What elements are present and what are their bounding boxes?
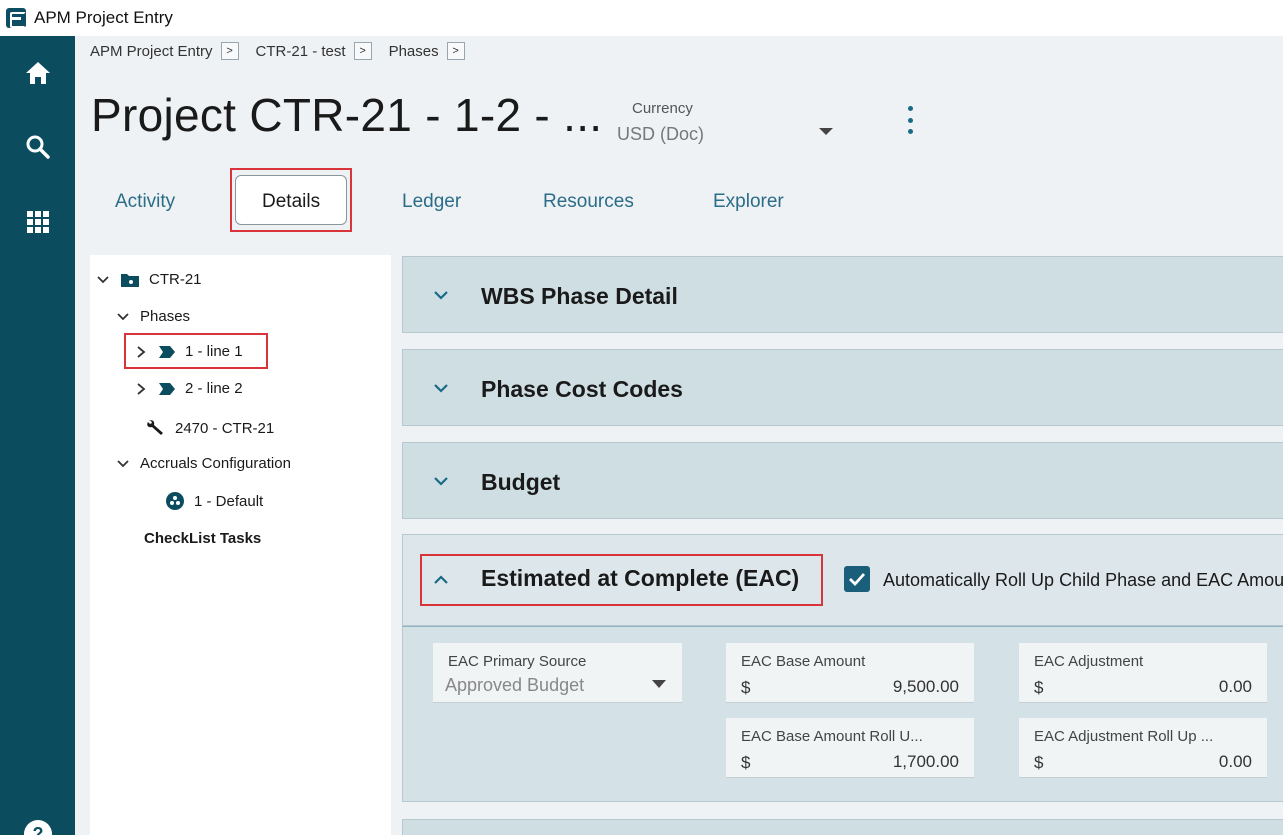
tree-item-accrual-default[interactable]: 1 - Default [165, 491, 263, 511]
tree-label-accruals: Accruals Configuration [140, 455, 291, 472]
app-logo-icon [6, 8, 26, 28]
tab-ledger[interactable]: Ledger [402, 172, 461, 232]
tree-label-phase-1: 1 - line 1 [185, 343, 243, 360]
tab-resources[interactable]: Resources [543, 172, 634, 232]
title-bar: APM Project Entry [0, 0, 1283, 36]
main-area: APM Project Entry > CTR-21 - test > Phas… [75, 36, 1283, 835]
chevron-down-icon[interactable] [432, 286, 450, 304]
tree-label-phase-2: 2 - line 2 [185, 380, 243, 397]
eac-primary-source-select[interactable]: EAC Primary Source Approved Budget [433, 643, 682, 703]
eac-base-amount-currency: $ [741, 678, 751, 697]
tree-label-phases: Phases [140, 308, 191, 325]
home-button[interactable] [0, 45, 75, 101]
eac-base-rollup-value: 1,700.00 [892, 752, 959, 771]
chevron-right-icon[interactable] [134, 382, 148, 396]
detail-sections: WBS Phase Detail Phase Cost Codes Budget… [402, 256, 1283, 835]
rollup-checkbox[interactable] [844, 566, 870, 592]
tree-label-root: CTR-21 [149, 271, 202, 288]
eac-adjustment-rollup-label: EAC Adjustment Roll Up ... [1034, 728, 1214, 745]
nav-rail: ? [0, 36, 75, 835]
eac-adjustment-rollup-field[interactable]: EAC Adjustment Roll Up ... $ 0.00 [1019, 718, 1267, 778]
section-title-eac: Estimated at Complete (EAC) [481, 565, 800, 591]
section-eac-header[interactable]: Estimated at Complete (EAC) Automaticall… [402, 534, 1283, 626]
more-options-icon[interactable] [904, 106, 916, 134]
breadcrumb-arrow-icon[interactable]: > [220, 42, 239, 60]
eac-primary-source-value: Approved Budget [445, 675, 585, 695]
search-button[interactable] [0, 119, 75, 175]
search-icon [26, 135, 50, 159]
tree-item-checklist[interactable]: CheckList Tasks [144, 530, 261, 547]
eac-adjustment-value: 0.00 [1218, 677, 1252, 696]
breadcrumb-item-phases[interactable]: Phases [389, 43, 439, 60]
section-eac-body: EAC Primary Source Approved Budget EAC B… [402, 626, 1283, 802]
eac-primary-source-label: EAC Primary Source [448, 653, 587, 670]
chevron-down-icon [652, 680, 666, 688]
tree-label-checklist: CheckList Tasks [144, 530, 262, 547]
tree-item-phases[interactable]: Phases [116, 308, 190, 325]
phase-tag-icon [159, 382, 175, 395]
breadcrumb-item-project[interactable]: CTR-21 - test [256, 43, 346, 60]
chevron-down-icon [819, 128, 833, 135]
eac-adjustment-label: EAC Adjustment [1034, 653, 1144, 670]
home-icon [25, 62, 50, 84]
eac-adjustment-currency: $ [1034, 678, 1044, 697]
tree-label-accrual-default: 1 - Default [194, 492, 264, 510]
section-phase-cost-codes[interactable]: Phase Cost Codes [402, 349, 1283, 426]
help-button[interactable]: ? [0, 799, 75, 835]
section-title-budget: Budget [481, 469, 561, 495]
chevron-right-icon[interactable] [134, 345, 148, 359]
currency-label: Currency [632, 100, 693, 117]
section-wbs-phase-detail[interactable]: WBS Phase Detail [402, 256, 1283, 333]
tree-item-phase-2[interactable]: 2 - line 2 [134, 380, 243, 397]
breadcrumb-arrow-icon[interactable]: > [353, 42, 372, 60]
currency-value: USD (Doc) [617, 124, 705, 144]
tree-label-tool: 2470 - CTR-21 [175, 419, 275, 437]
page-title: Project CTR-21 - 1-2 - ... [91, 89, 603, 141]
eac-base-amount-field[interactable]: EAC Base Amount $ 9,500.00 [726, 643, 974, 703]
project-tree: CTR-21 Phases 1 - line 1 2 - line 2 2470… [90, 255, 391, 835]
eac-adjustment-rollup-value: 0.00 [1218, 752, 1252, 771]
section-title-wbs: WBS Phase Detail [481, 283, 678, 309]
chevron-down-icon[interactable] [96, 273, 110, 287]
accrual-icon [166, 492, 184, 510]
breadcrumb-item-apm[interactable]: APM Project Entry [90, 43, 213, 60]
chevron-down-icon[interactable] [432, 472, 450, 490]
section-title-cost-codes: Phase Cost Codes [481, 376, 683, 402]
eac-base-rollup-label: EAC Base Amount Roll U... [741, 728, 923, 745]
tab-activity[interactable]: Activity [115, 172, 175, 232]
breadcrumb: APM Project Entry > CTR-21 - test > Phas… [90, 42, 482, 60]
eac-base-rollup-field[interactable]: EAC Base Amount Roll U... $ 1,700.00 [726, 718, 974, 778]
section-budget[interactable]: Budget [402, 442, 1283, 519]
svg-text:?: ? [32, 824, 43, 835]
tab-explorer[interactable]: Explorer [713, 172, 784, 232]
tree-item-phase-1[interactable]: 1 - line 1 [134, 343, 243, 360]
eac-adjustment-rollup-currency: $ [1034, 753, 1044, 772]
apps-icon [26, 211, 49, 233]
tab-bar: Activity Details Ledger Resources Explor… [75, 172, 875, 232]
apps-button[interactable] [0, 194, 75, 250]
tree-item-accruals[interactable]: Accruals Configuration [116, 455, 291, 472]
eac-base-amount-value: 9,500.00 [892, 677, 959, 696]
eac-base-amount-label: EAC Base Amount [741, 653, 866, 670]
wrench-icon [147, 420, 163, 435]
project-folder-icon [121, 273, 139, 287]
tree-item-tool[interactable]: 2470 - CTR-21 [146, 419, 274, 437]
help-icon: ? [23, 820, 52, 835]
eac-base-rollup-currency: $ [741, 753, 751, 772]
phase-tag-icon [159, 345, 175, 358]
chevron-down-icon[interactable] [432, 379, 450, 397]
chevron-down-icon[interactable] [116, 310, 130, 324]
tab-details[interactable]: Details [262, 172, 320, 232]
breadcrumb-arrow-icon[interactable]: > [446, 42, 465, 60]
tree-item-root[interactable]: CTR-21 [96, 271, 202, 288]
eac-adjustment-field[interactable]: EAC Adjustment $ 0.00 [1019, 643, 1267, 703]
window-title: APM Project Entry [34, 8, 173, 27]
chevron-up-icon[interactable] [432, 571, 450, 589]
checkmark-icon [849, 573, 866, 587]
chevron-down-icon[interactable] [116, 457, 130, 471]
rollup-checkbox-label: Automatically Roll Up Child Phase and EA… [883, 570, 1283, 590]
section-next-collapsed[interactable] [402, 819, 1283, 835]
